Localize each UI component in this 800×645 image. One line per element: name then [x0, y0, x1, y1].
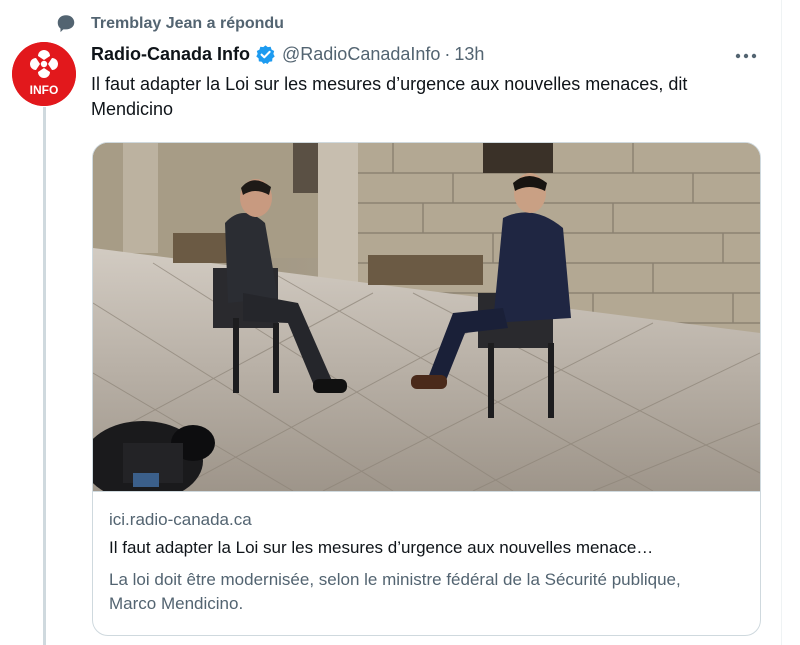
- card-meta[interactable]: ici.radio-canada.ca Il faut adapter la L…: [93, 491, 760, 635]
- speech-bubble-icon: [55, 12, 77, 39]
- verified-badge-icon: [255, 44, 276, 65]
- tweet-text: Il faut adapter la Loi sur les mesures d…: [91, 74, 688, 119]
- author-name[interactable]: Radio-Canada Info: [91, 44, 250, 65]
- social-context: Tremblay Jean a répondu: [55, 12, 284, 39]
- link-card[interactable]: ici.radio-canada.ca Il faut adapter la L…: [92, 142, 761, 636]
- tweet-timestamp[interactable]: 13h: [454, 44, 484, 65]
- avatar-label: INFO: [30, 83, 59, 97]
- card-description: La loi doit être modernisée, selon le mi…: [109, 570, 681, 613]
- tweet-container[interactable]: Tremblay Jean a répondu INFO Radio-Canad…: [0, 0, 782, 645]
- card-domain: ici.radio-canada.ca: [109, 510, 252, 529]
- interview-photo: [93, 143, 760, 491]
- card-image[interactable]: [93, 143, 760, 491]
- more-horizontal-icon[interactable]: [733, 46, 759, 66]
- tweet-header: Radio-Canada Info @RadioCanadaInfo · 13h: [91, 44, 484, 65]
- avatar[interactable]: INFO: [12, 42, 76, 106]
- card-title: Il faut adapter la Loi sur les mesures d…: [109, 538, 654, 557]
- radio-canada-logo-icon: INFO: [12, 42, 76, 106]
- author-handle[interactable]: @RadioCanadaInfo: [282, 44, 440, 65]
- social-context-text[interactable]: Tremblay Jean a répondu: [91, 15, 284, 33]
- separator-dot: ·: [444, 44, 451, 64]
- thread-line: [43, 107, 46, 645]
